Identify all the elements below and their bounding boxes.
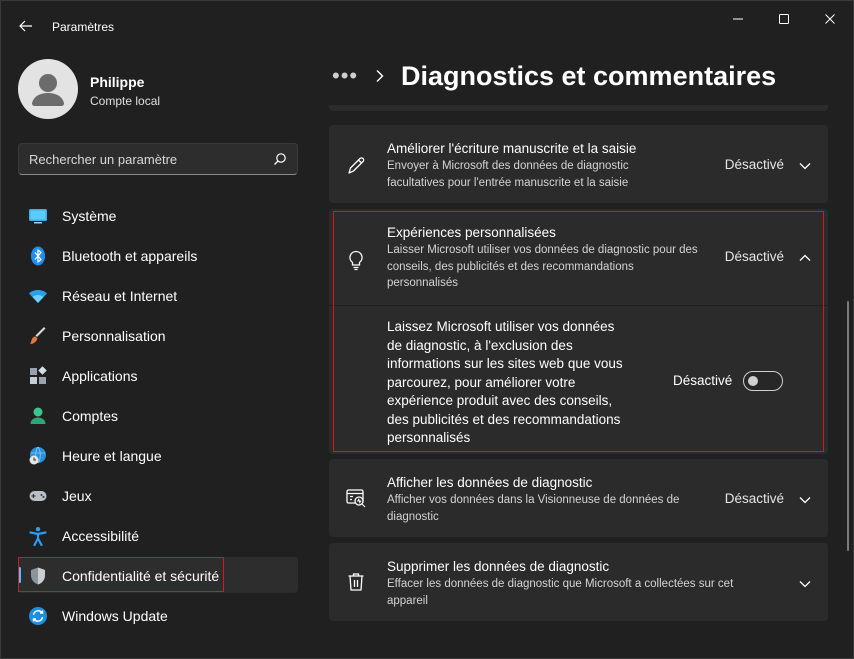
card-description: Effacer les données de diagnostic que Mi… [387,578,734,607]
card-title: Améliorer l'écriture manuscrite et la sa… [387,141,637,156]
back-button[interactable] [11,13,41,39]
sidebar-item-label: Bluetooth et appareils [62,248,198,264]
previous-card-partial [329,105,828,111]
minimize-button[interactable] [715,5,761,33]
sidebar-item-label: Heure et langue [62,448,162,464]
delete-diagnostic-data-card[interactable]: Supprimer les données de diagnostic Effa… [329,543,828,621]
sidebar-item-label: Applications [62,368,138,384]
sidebar-item-windows-update[interactable]: Windows Update [18,597,298,633]
page-title: Diagnostics et commentaires [401,61,777,91]
sidebar-item-label: Système [62,208,117,224]
tailored-experiences-card[interactable]: Expériences personnalisées Laisser Micro… [329,209,828,305]
card-state: Désactivé [724,491,784,506]
chevron-down-icon[interactable] [798,161,812,171]
chevron-down-icon[interactable] [798,495,812,505]
card-state: Désactivé [724,249,784,264]
maximize-button[interactable] [761,5,807,33]
diagnostic-viewer-icon [346,489,366,508]
search-icon[interactable] [273,152,287,166]
user-silhouette-icon [32,74,64,106]
search-input[interactable] [19,144,259,174]
brush-icon [30,327,46,344]
view-diagnostic-data-card[interactable]: Afficher les données de diagnostic Affic… [329,459,828,537]
chevron-up-icon[interactable] [798,253,812,263]
settings-window: Paramètres Philippe Compte local Système [0,0,854,659]
update-icon [29,607,47,625]
system-icon [29,209,47,224]
settings-content: Améliorer l'écriture manuscrite et la sa… [329,105,829,645]
breadcrumb-chevron-icon [376,70,384,82]
minimize-icon [733,18,743,20]
sidebar-item-accessibility[interactable]: Accessibilité [18,517,298,553]
sidebar-item-label: Personnalisation [62,328,166,344]
card-description: Afficher vos données dans la Visionneuse… [387,494,680,523]
gamepad-icon [29,491,47,501]
handwriting-card[interactable]: Améliorer l'écriture manuscrite et la sa… [329,125,828,203]
shield-icon [31,567,45,585]
sidebar-item-network[interactable]: Réseau et Internet [18,277,298,313]
card-title: Expériences personnalisées [387,225,556,240]
sidebar-item-label: Confidentialité et sécurité [62,568,220,584]
sidebar-item-time-language[interactable]: Heure et langue [18,437,298,473]
bluetooth-icon [31,246,45,266]
card-state: Désactivé [724,157,784,172]
tailored-experiences-detail: Laissez Microsoft utiliser vos données d… [329,306,828,454]
tailored-experiences-toggle[interactable] [743,371,783,391]
sidebar-item-personalization[interactable]: Personnalisation [18,317,298,353]
toggle-label: Désactivé [673,373,733,388]
account-icon [30,407,46,424]
close-icon [825,14,835,24]
maximize-icon [779,14,789,24]
chevron-down-icon[interactable] [798,579,812,589]
scrollbar[interactable] [847,301,849,551]
sidebar-item-system[interactable]: Système [18,197,298,233]
close-button[interactable] [807,5,853,33]
detail-text: Laissez Microsoft utiliser vos données d… [387,319,623,445]
card-title: Afficher les données de diagnostic [387,475,593,490]
sidebar-item-label: Réseau et Internet [62,288,178,304]
title-bar: Paramètres [1,1,853,51]
search-box[interactable] [18,143,298,175]
card-description: Envoyer à Microsoft des données de diagn… [387,160,629,189]
globe-clock-icon [29,446,46,465]
sidebar-item-label: Accessibilité [62,528,140,544]
toggle-knob [748,376,758,386]
lightbulb-icon [349,250,363,271]
active-indicator [18,567,21,583]
sidebar-item-apps[interactable]: Applications [18,357,298,393]
user-name: Philippe [90,74,145,90]
sidebar-item-privacy-security[interactable]: Confidentialité et sécurité [18,557,298,593]
wifi-icon [29,290,47,303]
sidebar-nav: Système Bluetooth et appareils Réseau et… [18,197,298,637]
pen-icon [348,157,365,174]
card-title: Supprimer les données de diagnostic [387,559,610,574]
breadcrumb-more[interactable]: ••• [332,63,358,89]
app-title: Paramètres [52,20,115,34]
trash-icon [348,573,364,591]
sidebar-item-label: Comptes [62,408,119,424]
back-arrow-icon [19,20,32,32]
sidebar-item-label: Jeux [62,488,92,504]
avatar[interactable] [18,59,78,119]
sidebar-item-bluetooth[interactable]: Bluetooth et appareils [18,237,298,273]
card-description: Laisser Microsoft utiliser vos données d… [387,244,698,289]
sidebar-item-accounts[interactable]: Comptes [18,397,298,433]
account-type: Compte local [90,94,161,108]
sidebar-item-gaming[interactable]: Jeux [18,477,298,513]
sidebar-item-label: Windows Update [62,608,168,624]
accessibility-icon [29,527,47,546]
apps-icon [30,366,47,384]
